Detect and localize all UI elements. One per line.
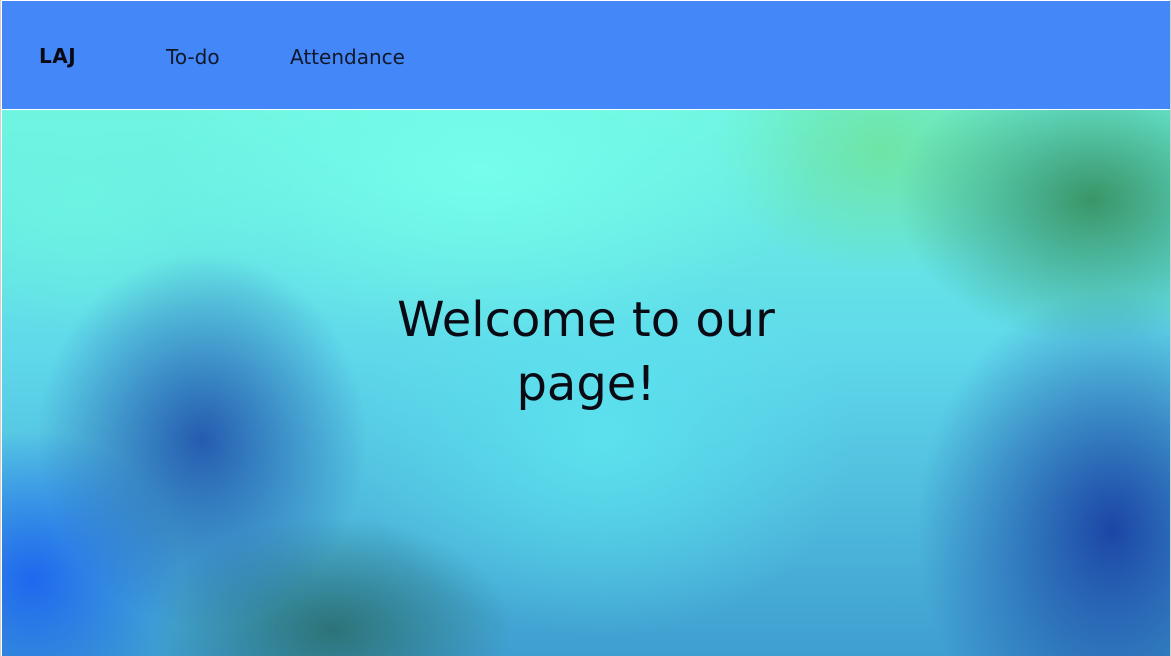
nav-link-todo[interactable]: To-do xyxy=(166,44,220,70)
brand-logo[interactable]: LAJ xyxy=(39,43,76,69)
page: LAJ To-do Attendance Welcome to our page… xyxy=(0,0,1171,656)
nav-link-attendance[interactable]: Attendance xyxy=(290,44,405,70)
hero-title: Welcome to our page! xyxy=(2,288,1170,416)
hero-title-text: Welcome to our page! xyxy=(397,292,775,412)
top-navbar: LAJ To-do Attendance xyxy=(2,1,1170,109)
hero-section: Welcome to our page! xyxy=(2,110,1170,656)
